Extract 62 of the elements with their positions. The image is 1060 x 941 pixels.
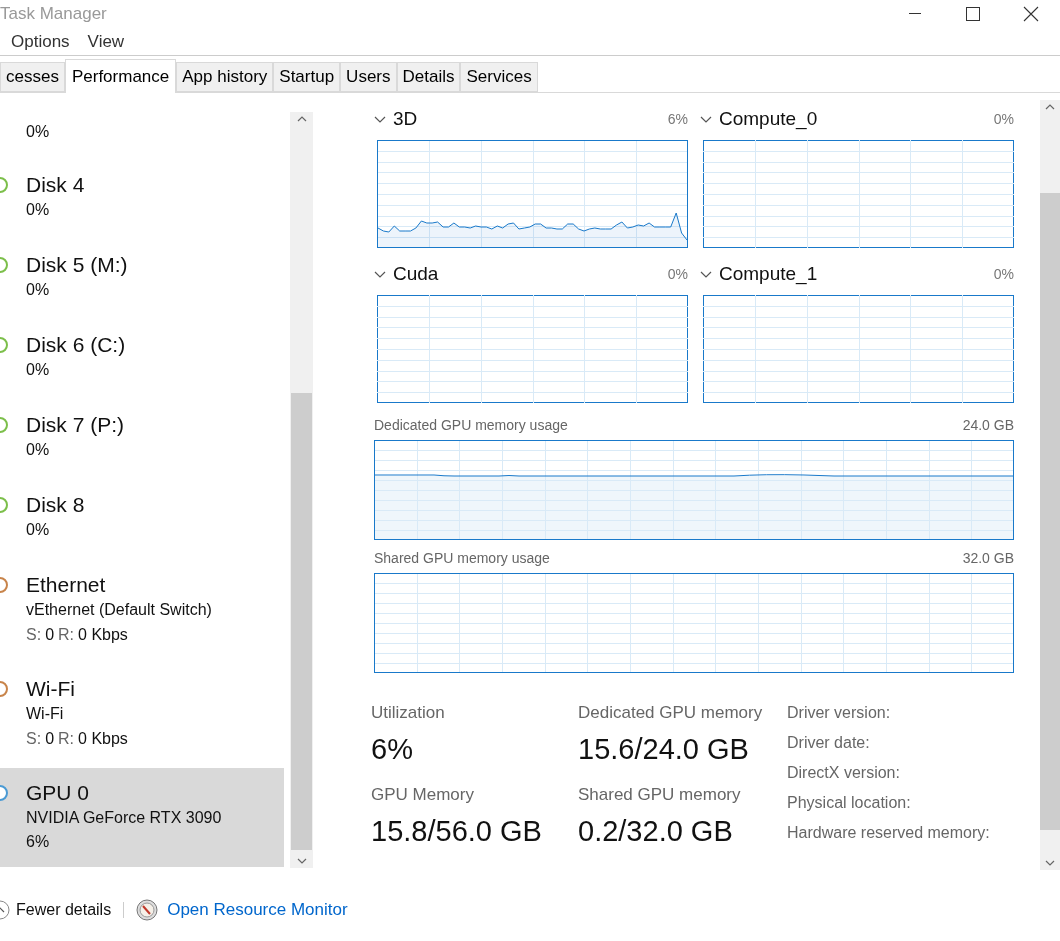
chevron-down-icon[interactable]: [374, 115, 386, 123]
scroll-up-icon[interactable]: [296, 116, 307, 122]
engine-reading: 0%: [993, 109, 1014, 129]
engine-name: 3D: [393, 106, 418, 131]
sidebar-item[interactable]: Wi-Fi Wi-Fi S: 0 R: 0 Kbps: [0, 664, 284, 768]
stat-label: Dedicated GPU memory: [578, 702, 764, 724]
tab[interactable]: Details: [396, 62, 461, 92]
scroll-thumb[interactable]: [1040, 193, 1060, 830]
maximize-icon: [966, 7, 980, 21]
sidebar-item[interactable]: Ethernet vEthernet (Default Switch) S: 0 R: 0 Kbps: [0, 560, 284, 664]
graph-title: Shared GPU memory usage: [374, 548, 550, 568]
menu-item[interactable]: Options: [11, 28, 70, 55]
scrollbar[interactable]: [290, 112, 313, 868]
tab[interactable]: Services: [460, 62, 538, 92]
stat-value: 15.6/24.0 GB: [578, 732, 750, 767]
engine-reading: 0%: [993, 264, 1014, 284]
stat-label: GPU Memory: [371, 784, 475, 806]
scroll-thumb[interactable]: [291, 393, 312, 850]
menu-item[interactable]: View: [87, 28, 125, 55]
scrollbar[interactable]: [1040, 100, 1060, 870]
stat-label: Shared GPU memory: [578, 784, 742, 806]
sidebar-item[interactable]: Disk 5 (M:) 0%: [0, 240, 284, 320]
graph-max-label: 32.0 GB: [962, 548, 1014, 568]
fewer-details-button[interactable]: Fewer details: [0, 896, 112, 924]
tab[interactable]: App history: [176, 62, 274, 92]
tab[interactable]: cesses: [0, 62, 65, 92]
stat-value: 6%: [371, 732, 414, 767]
sidebar-item[interactable]: Disk 6 (C:) 0%: [0, 320, 284, 400]
detail-label: DirectX version:: [787, 763, 901, 783]
tab[interactable]: Users: [340, 62, 397, 92]
stat-value: 15.8/56.0 GB: [371, 814, 543, 849]
detail-label: Hardware reserved memory:: [787, 823, 990, 843]
tab[interactable]: Performance: [64, 59, 177, 93]
detail-label: Driver date:: [787, 733, 871, 753]
tab[interactable]: Startup: [273, 62, 341, 92]
scroll-down-icon[interactable]: [1045, 860, 1055, 866]
chevron-down-icon[interactable]: [374, 270, 386, 278]
sidebar-item[interactable]: 0%: [0, 112, 284, 160]
detail-label: Physical location:: [787, 793, 912, 813]
engine-reading: 6%: [667, 109, 688, 129]
stat-value: 0.2/32.0 GB: [578, 814, 734, 849]
window-title: Task Manager: [0, 3, 107, 26]
engine-name: Cuda: [393, 261, 439, 286]
engine-name: Compute_1: [719, 261, 818, 287]
scroll-up-icon[interactable]: [1045, 104, 1055, 110]
minimize-icon: [909, 13, 921, 15]
sidebar-item[interactable]: Disk 7 (P:) 0%: [0, 400, 284, 480]
engine-reading: 0%: [667, 264, 688, 284]
chevron-down-icon[interactable]: [700, 115, 712, 123]
engine-name: Compute_0: [719, 106, 818, 132]
detail-label: Driver version:: [787, 703, 892, 723]
graph-max-label: 24.0 GB: [962, 415, 1014, 435]
chevron-down-icon[interactable]: [700, 270, 712, 278]
close-icon: [1023, 6, 1039, 22]
resource-monitor-link[interactable]: Open Resource Monitor: [167, 897, 348, 923]
sidebar-item[interactable]: GPU 0 NVIDIA GeForce RTX 3090 6%: [0, 768, 284, 867]
sidebar-item[interactable]: Disk 4 0%: [0, 160, 284, 240]
gauge-icon: [136, 899, 159, 921]
graph-title: Dedicated GPU memory usage: [374, 415, 568, 435]
scroll-down-icon[interactable]: [296, 858, 307, 864]
stat-label: Utilization: [371, 702, 446, 724]
sidebar-item[interactable]: Disk 8 0%: [0, 480, 284, 560]
